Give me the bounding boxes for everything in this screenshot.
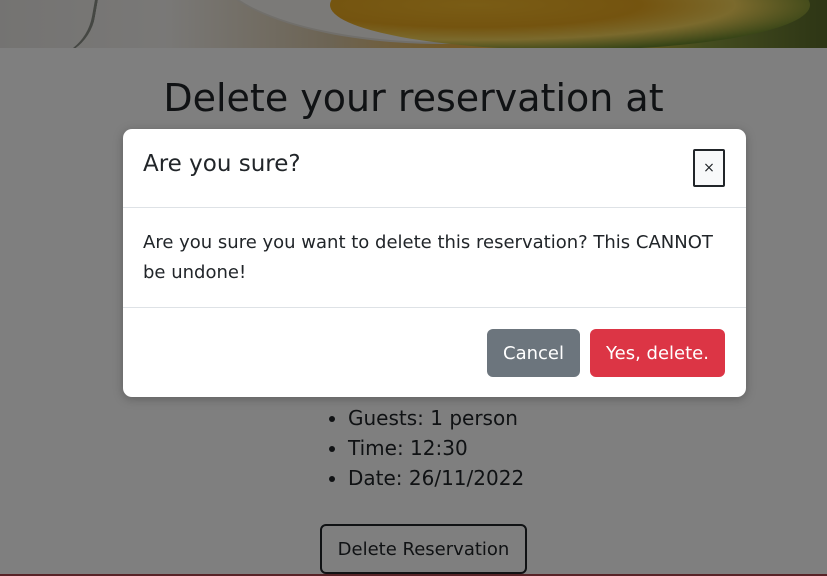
modal-body: Are you sure you want to delete this res… [123,208,746,308]
modal-title: Are you sure? [143,151,301,177]
close-button[interactable]: × [693,149,725,187]
close-icon: × [703,160,715,176]
cancel-button[interactable]: Cancel [487,329,580,377]
confirm-delete-modal: Are you sure? × Are you sure you want to… [123,129,746,397]
confirm-delete-button[interactable]: Yes, delete. [590,329,725,377]
modal-header: Are you sure? × [123,129,746,208]
modal-footer: Cancel Yes, delete. [123,308,746,397]
